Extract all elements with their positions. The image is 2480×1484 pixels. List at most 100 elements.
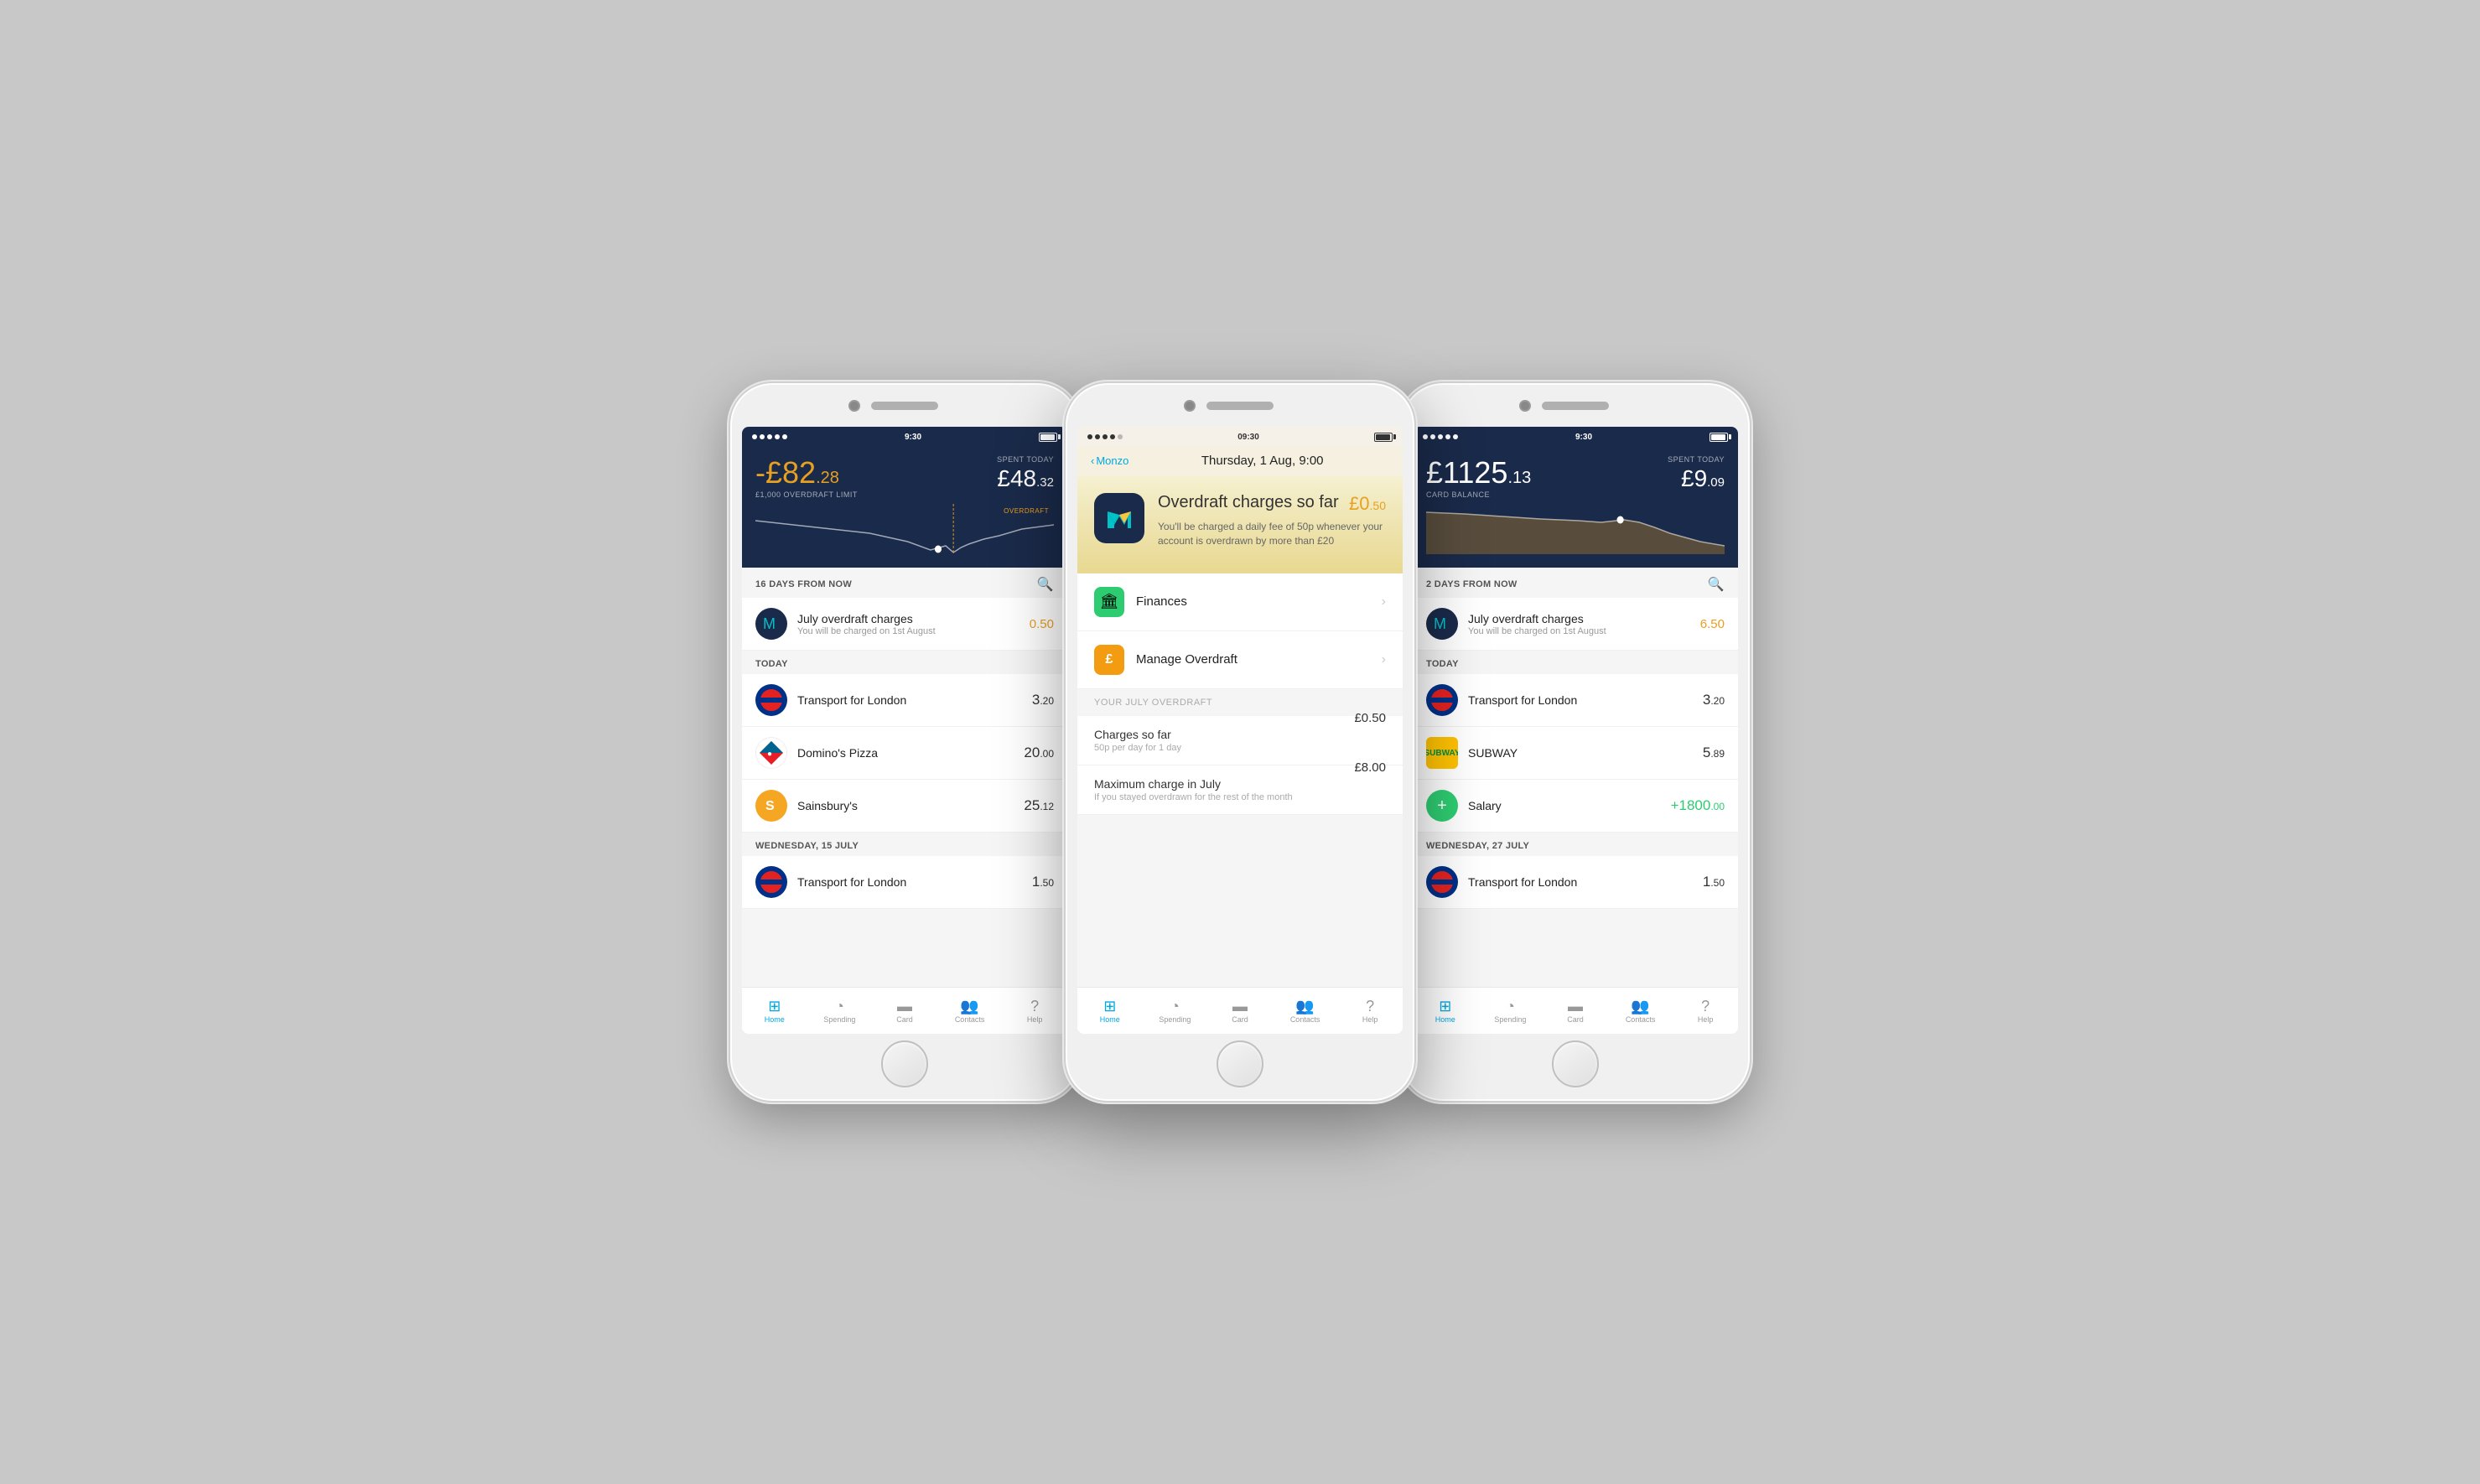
status-time-3: 9:30: [1575, 433, 1592, 442]
spent-currency: £: [997, 465, 1010, 491]
overdraft-sub: You will be charged on 1st August: [797, 626, 1019, 636]
overdraft-hero-amount: £0.50: [1349, 493, 1386, 515]
phone-2-power: [1414, 551, 1416, 618]
battery-icon-3: [1710, 433, 1728, 442]
nav-card-3[interactable]: ▬ Card: [1543, 988, 1608, 1034]
section-header-july15: WEDNESDAY, 15 JULY: [742, 833, 1067, 856]
phone-3-home-button[interactable]: [1552, 1040, 1599, 1087]
overdraft-amount: 0.50: [1030, 617, 1054, 631]
balance-sign: -: [755, 455, 765, 490]
nav-spending[interactable]: ◔ Spending: [807, 988, 873, 1034]
back-chevron: ‹: [1091, 454, 1094, 467]
p3-subway-logo: SUBWAY: [1426, 737, 1458, 769]
nav-help[interactable]: ? Help: [1002, 988, 1067, 1034]
sainsburys-name: Sainsbury's: [797, 799, 1014, 812]
signal-dots-2: [1087, 434, 1123, 439]
phone-2-content[interactable]: 🏛 Finances › £ Manage Overdraft › YOUR J…: [1077, 573, 1403, 987]
p3-overdraft-amount: 6.50: [1700, 617, 1725, 631]
tfl-name-1: Transport for London: [797, 693, 1022, 707]
status-time: 9:30: [905, 433, 921, 442]
transaction-dominos[interactable]: ● Domino's Pizza 20.00: [742, 727, 1067, 780]
card-icon-3: ▬: [1568, 999, 1583, 1014]
p3-tfl-logo-2: [1426, 866, 1458, 898]
nav-home[interactable]: ⊞ Home: [742, 988, 807, 1034]
home-icon-2: ⊞: [1103, 999, 1116, 1014]
nav-contacts[interactable]: 👥 Contacts: [937, 988, 1003, 1034]
status-bar-3: 9:30: [1413, 427, 1738, 447]
p3-tfl-amount-1: 3.20: [1703, 692, 1725, 708]
phone-3: 9:30 £1125.13 CARD BALANCE SPENT TODAY: [1399, 381, 1751, 1103]
p3-overdraft-charge-item[interactable]: M July overdraft charges You will be cha…: [1413, 598, 1738, 651]
spending-icon: ◔: [835, 999, 844, 1014]
nav-card[interactable]: ▬ Card: [872, 988, 937, 1034]
menu-finances[interactable]: 🏛 Finances ›: [1077, 573, 1403, 631]
phone-2-header: ‹ Monzo Thursday, 1 Aug, 9:00: [1077, 447, 1403, 476]
p3-tfl-logo: [1426, 684, 1458, 716]
p3-balance-whole: 1125: [1443, 455, 1507, 490]
help-icon-3: ?: [1701, 999, 1710, 1014]
nav-card-2[interactable]: ▬ Card: [1207, 988, 1273, 1034]
overdraft-name: July overdraft charges: [797, 612, 1019, 625]
nav-spending-label: Spending: [823, 1015, 855, 1024]
contacts-icon-3: 👥: [1631, 999, 1649, 1014]
signal-dots: [752, 434, 787, 439]
finances-chevron: ›: [1382, 594, 1386, 610]
max-charge-row: Maximum charge in July If you stayed ove…: [1077, 765, 1403, 815]
phone-3-content[interactable]: 2 DAYS FROM NOW 🔍 M July overdraft charg…: [1413, 568, 1738, 987]
p3-search-icon[interactable]: 🔍: [1708, 576, 1725, 593]
nav-contacts-2[interactable]: 👥 Contacts: [1273, 988, 1338, 1034]
phone-speaker: [871, 402, 938, 410]
phone-2-home-button[interactable]: [1217, 1040, 1263, 1087]
nav-help-2[interactable]: ? Help: [1337, 988, 1403, 1034]
overdraft-title: Overdraft charges so far: [1158, 493, 1339, 512]
home-icon-3: ⊞: [1439, 999, 1451, 1014]
section-header-today: TODAY: [742, 651, 1067, 674]
charges-sub: 50p per day for 1 day: [1094, 743, 1181, 753]
phone-2-vol-up: [1064, 551, 1066, 601]
p3-subway-amount: 5.89: [1703, 745, 1725, 761]
phone-3-screen: 9:30 £1125.13 CARD BALANCE SPENT TODAY: [1413, 427, 1738, 1034]
nav-bar-3: ⊞ Home ◔ Spending ▬ Card 👥 Contacts ?: [1413, 987, 1738, 1034]
phone-2-mute: [1064, 501, 1066, 534]
nav-spending-label-2: Spending: [1159, 1015, 1191, 1024]
phone-3-header: £1125.13 CARD BALANCE SPENT TODAY £9.09: [1413, 447, 1738, 568]
p3-transaction-tfl-2[interactable]: Transport for London 1.50: [1413, 856, 1738, 909]
p3-transaction-subway[interactable]: SUBWAY SUBWAY 5.89: [1413, 727, 1738, 780]
nav-home-2[interactable]: ⊞ Home: [1077, 988, 1143, 1034]
tfl-amount-2: 1.50: [1032, 874, 1054, 890]
charges-amount: £0.50: [1354, 711, 1386, 725]
nav-contacts-label-2: Contacts: [1290, 1015, 1320, 1024]
back-button[interactable]: ‹ Monzo: [1091, 454, 1128, 467]
nav-spending-label-3: Spending: [1494, 1015, 1526, 1024]
nav-home-label-3: Home: [1435, 1015, 1455, 1024]
transaction-tfl-1[interactable]: Transport for London 3.20: [742, 674, 1067, 727]
status-bar: 9:30: [742, 427, 1067, 447]
p3-spent-currency: £: [1681, 465, 1694, 491]
phone-1: 9:30 -£82.28 £1,000 OVERDRAFT LIMIT SPEN…: [729, 381, 1081, 1103]
status-bar-2: 09:30: [1077, 427, 1403, 447]
svg-text:M: M: [1434, 615, 1446, 632]
nav-spending-2[interactable]: ◔ Spending: [1143, 988, 1208, 1034]
max-charge-sub: If you stayed overdrawn for the rest of …: [1094, 792, 1293, 802]
finances-label: Finances: [1136, 594, 1370, 609]
overdraft-description: You'll be charged a daily fee of 50p whe…: [1158, 520, 1386, 548]
back-label: Monzo: [1096, 454, 1128, 467]
transaction-sainsburys[interactable]: S Sainsbury's 25.12: [742, 780, 1067, 833]
contacts-icon-2: 👥: [1295, 999, 1314, 1014]
status-time-2: 09:30: [1237, 433, 1259, 442]
overdraft-charge-item[interactable]: M July overdraft charges You will be cha…: [742, 598, 1067, 651]
p3-transaction-salary[interactable]: + Salary +1800.00: [1413, 780, 1738, 833]
search-icon[interactable]: 🔍: [1037, 576, 1054, 593]
transaction-tfl-2[interactable]: Transport for London 1.50: [742, 856, 1067, 909]
nav-help-3[interactable]: ? Help: [1673, 988, 1738, 1034]
home-button[interactable]: [881, 1040, 928, 1087]
menu-manage-overdraft[interactable]: £ Manage Overdraft ›: [1077, 631, 1403, 689]
p3-monzo-logo: M: [1426, 608, 1458, 640]
nav-contacts-label: Contacts: [955, 1015, 985, 1024]
header-date: Thursday, 1 Aug, 9:00: [1135, 454, 1389, 468]
nav-home-3[interactable]: ⊞ Home: [1413, 988, 1478, 1034]
nav-spending-3[interactable]: ◔ Spending: [1478, 988, 1544, 1034]
phone-1-content[interactable]: 16 DAYS FROM NOW 🔍 M July overdraft char…: [742, 568, 1067, 987]
nav-contacts-3[interactable]: 👥 Contacts: [1608, 988, 1673, 1034]
p3-transaction-tfl-1[interactable]: Transport for London 3.20: [1413, 674, 1738, 727]
